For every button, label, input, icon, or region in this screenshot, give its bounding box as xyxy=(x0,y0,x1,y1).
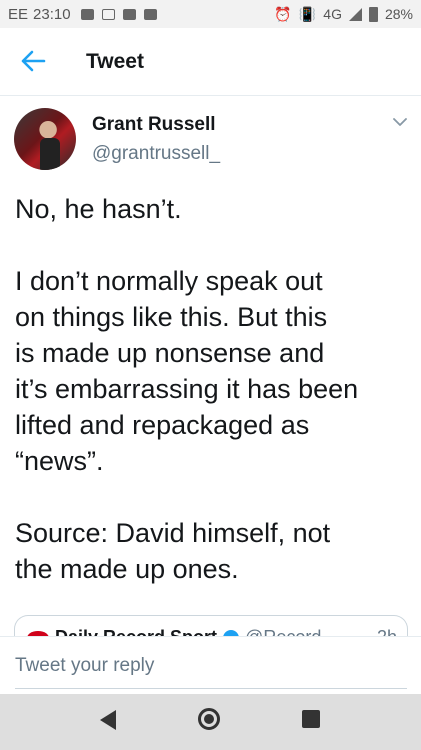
tweet-line: the made up ones. xyxy=(15,554,239,584)
battery-level: 28% xyxy=(384,6,413,22)
app-header: Tweet xyxy=(0,28,421,96)
author-name[interactable]: Grant Russell xyxy=(92,114,216,136)
reply-input[interactable]: Tweet your reply xyxy=(15,655,407,689)
add-notification-icon xyxy=(143,8,157,20)
page-title: Tweet xyxy=(86,50,144,73)
tweet-line: I don’t normally speak out xyxy=(15,266,323,296)
tweet-line: No, he hasn’t. xyxy=(15,194,182,224)
square-recents-icon[interactable] xyxy=(302,710,320,728)
tweet-text: No, he hasn’t. I don’t normally speak ou… xyxy=(15,191,415,587)
signal-icon xyxy=(348,7,362,21)
system-nav-bar xyxy=(0,694,421,750)
arrow-left-icon[interactable] xyxy=(20,50,46,72)
tweet-line: Source: David himself, not xyxy=(15,518,331,548)
author-avatar[interactable] xyxy=(14,108,76,170)
tweet-line: it’s embarrassing it has been xyxy=(15,374,359,404)
tweet-line: lifted and repackaged as xyxy=(15,410,310,440)
tweet-line: “news”. xyxy=(15,446,104,476)
clock: 23:10 xyxy=(33,5,71,23)
carrier-label: EE xyxy=(8,5,29,23)
mail-notification-icon xyxy=(101,8,115,20)
battery-icon xyxy=(368,6,378,22)
circle-home-icon[interactable] xyxy=(198,708,220,730)
status-bar: EE 23:10 ⏰ 📳 4G 28% xyxy=(0,0,421,28)
alert-notification-icon xyxy=(122,8,136,20)
tweet-line: is made up nonsense and xyxy=(15,338,325,368)
chevron-down-icon[interactable] xyxy=(393,117,407,127)
triangle-back-icon[interactable] xyxy=(100,710,116,730)
tweet-line: on things like this. But this xyxy=(15,302,328,332)
alarm-icon: ⏰ xyxy=(274,5,292,22)
author-handle[interactable]: @grantrussell_ xyxy=(92,143,220,165)
gallery-notification-icon xyxy=(80,8,94,20)
network-type: 4G xyxy=(323,6,342,22)
vibrate-icon: 📳 xyxy=(298,5,317,22)
